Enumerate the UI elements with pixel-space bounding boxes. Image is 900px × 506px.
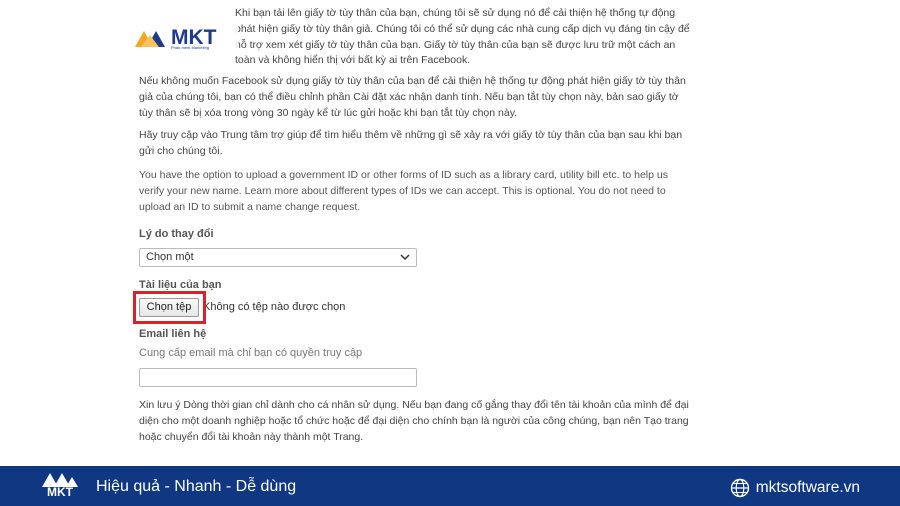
reason-label: Lý do thay đổi xyxy=(139,228,214,240)
timeline-note-paragraph: Xin lưu ý Dòng thời gian chỉ dành cho cá… xyxy=(139,399,689,443)
footer-website[interactable]: mktsoftware.vn xyxy=(730,478,860,498)
footer-bar: MKT Hiệu quả - Nhanh - Dễ dùng mktsoftwa… xyxy=(0,466,900,506)
file-status: Không có tệp nào được chọn xyxy=(203,301,346,313)
mkt-logo-icon xyxy=(133,27,169,49)
upload-id-paragraph: You have the option to upload a governme… xyxy=(139,169,668,213)
email-hint: Cung cấp email mà chỉ bạn có quyền truy … xyxy=(139,347,363,359)
footer-slogan: Hiệu quả - Nhanh - Dễ dùng xyxy=(96,478,297,495)
email-input[interactable] xyxy=(139,368,417,387)
reason-select[interactable]: Chọn một xyxy=(139,248,417,267)
help-center-paragraph: Hãy truy cập vào Trung tâm trợ giúp để t… xyxy=(139,129,683,157)
footer-logo-text: MKT xyxy=(47,485,73,499)
mkt-watermark-logo: MKT Phần mềm Marketing xyxy=(133,24,238,52)
chevron-down-icon xyxy=(400,252,410,265)
id-usage-paragraph: Nếu không muốn Facebook sử dụng giấy tờ … xyxy=(139,75,686,119)
file-upload-row: Chọn tệp Không có tệp nào được chọn xyxy=(133,291,346,324)
highlight-box xyxy=(133,291,206,324)
docs-label: Tài liệu của bạn xyxy=(139,279,222,291)
website-text: mktsoftware.vn xyxy=(755,479,860,496)
email-label: Email liên hệ xyxy=(139,328,207,340)
mkt-tagline: Phần mềm Marketing xyxy=(171,45,210,50)
globe-icon xyxy=(730,478,750,498)
reason-select-value: Chọn một xyxy=(146,251,194,263)
